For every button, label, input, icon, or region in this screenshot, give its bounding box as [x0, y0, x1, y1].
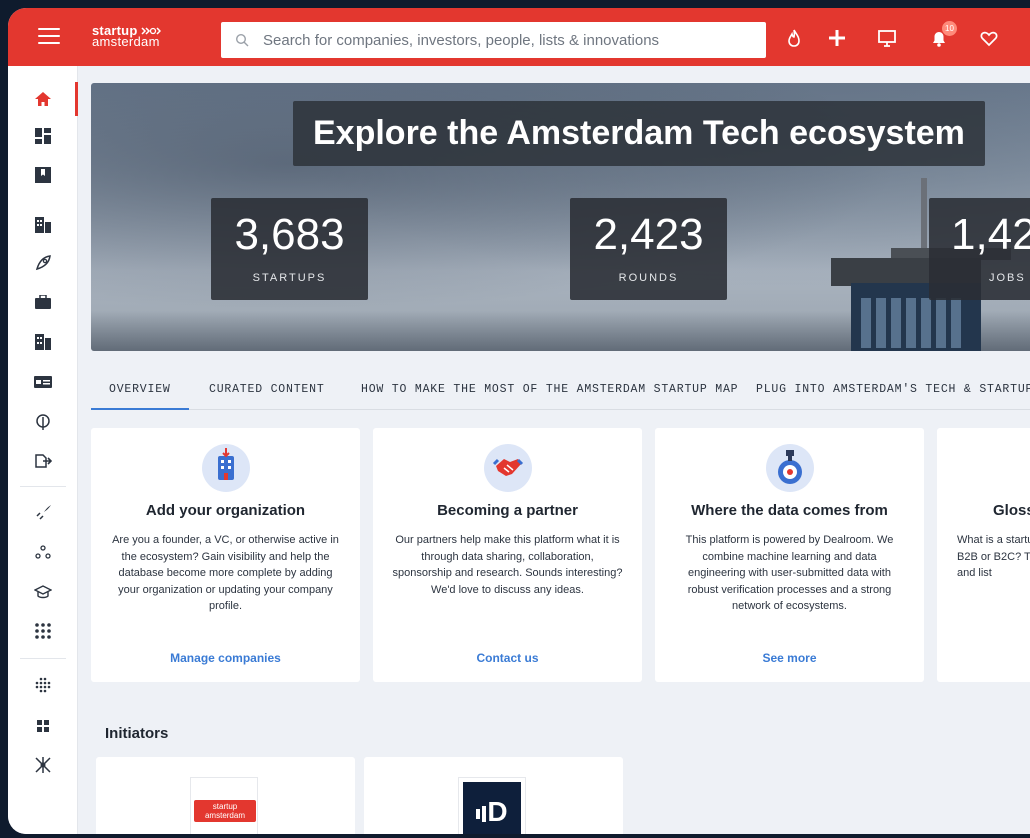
top-header: startup amsterdam 10 [8, 8, 1030, 66]
dashboard-icon[interactable] [8, 119, 78, 153]
search-input[interactable] [263, 31, 743, 49]
bookmark-icon[interactable] [8, 158, 78, 192]
card-glossary: Gloss What is a startu B2B or B2C? T and… [937, 428, 1030, 682]
network-icon[interactable] [8, 748, 78, 782]
robot-icon [765, 444, 814, 492]
tab-bar: OVERVIEW CURATED CONTENT HOW TO MAKE THE… [91, 370, 1030, 410]
manage-companies-link[interactable]: Manage companies [91, 651, 360, 665]
people-icon[interactable] [8, 535, 78, 569]
stat-startups[interactable]: 3,683 STARTUPS [211, 198, 368, 300]
home-icon[interactable] [8, 82, 78, 116]
card-becoming-partner: Becoming a partner Our partners help mak… [373, 428, 642, 682]
hero-title: Explore the Amsterdam Tech ecosystem [293, 101, 985, 166]
card-description: What is a startu B2B or B2C? T and list [957, 534, 1030, 579]
stat-value: 3,683 [234, 210, 345, 259]
stat-label: STARTUPS [252, 272, 327, 284]
leaf-icon[interactable] [8, 405, 78, 439]
launch-icon[interactable] [8, 496, 78, 530]
card-data-source: Where the data comes from This platform … [655, 428, 924, 682]
card-add-organization: Add your organization Are you a founder,… [91, 428, 360, 682]
tab-curated-content[interactable]: CURATED CONTENT [209, 370, 325, 410]
organization-icon [201, 444, 250, 492]
tab-plug-into[interactable]: PLUG INTO AMSTERDAM'S TECH & STARTUP SC [756, 370, 1030, 410]
stat-label: ROUNDS [618, 272, 679, 284]
stat-rounds[interactable]: 2,423 ROUNDS [570, 198, 727, 300]
stat-value: 1,42 [951, 210, 1030, 259]
rocket-icon[interactable] [8, 246, 78, 280]
hero-banner: Explore the Amsterdam Tech ecosystem 3,6… [91, 83, 1030, 351]
card-title: Where the data comes from [691, 502, 888, 519]
dealroom-logo: D [458, 777, 526, 834]
logo-line2: amsterdam [92, 34, 160, 49]
tab-overview[interactable]: OVERVIEW [91, 370, 189, 410]
card-title: Gloss [993, 502, 1030, 519]
contact-us-link[interactable]: Contact us [373, 651, 642, 665]
monitor-icon[interactable] [876, 27, 898, 49]
sidebar [8, 66, 78, 834]
money-icon[interactable] [8, 365, 78, 399]
search-icon [235, 33, 249, 47]
menu-icon[interactable] [38, 28, 60, 46]
initiators-title: Initiators [105, 725, 169, 742]
companies-icon[interactable] [8, 208, 78, 242]
logo-line2: amsterdam [204, 811, 245, 820]
arrow-icon[interactable] [8, 444, 78, 478]
initiator-card-startup-amsterdam[interactable]: startup amsterdam [96, 757, 355, 834]
grid-icon[interactable] [8, 709, 78, 743]
stat-value: 2,423 [593, 210, 704, 259]
heart-icon[interactable] [978, 27, 1000, 49]
handshake-icon [483, 444, 532, 492]
search-bar[interactable] [221, 22, 766, 58]
tab-how-to[interactable]: HOW TO MAKE THE MOST OF THE AMSTERDAM ST… [361, 370, 738, 410]
apps-icon[interactable] [8, 614, 78, 648]
dots-icon[interactable] [8, 668, 78, 702]
logo-text: D [487, 796, 508, 827]
app-window: startup amsterdam 10 [8, 8, 1030, 834]
graduation-icon[interactable] [8, 575, 78, 609]
plus-icon[interactable] [826, 27, 848, 49]
logo-line1: startup [212, 802, 238, 811]
briefcase-icon[interactable] [8, 285, 78, 319]
card-title: Add your organization [145, 502, 306, 519]
card-description: Our partners help make this platform wha… [392, 534, 623, 596]
startup-amsterdam-logo: startup amsterdam [190, 777, 258, 834]
notification-badge: 10 [942, 21, 957, 36]
stat-jobs[interactable]: 1,42 JOBS [929, 198, 1030, 300]
flame-icon[interactable] [783, 27, 805, 49]
card-description: This platform is powered by Dealroom. We… [685, 534, 894, 612]
initiator-card-dealroom[interactable]: D [364, 757, 623, 834]
see-more-link[interactable]: See more [655, 651, 924, 665]
logo[interactable]: startup amsterdam [92, 24, 162, 49]
card-description: Are you a founder, a VC, or otherwise ac… [112, 534, 339, 612]
stat-label: JOBS [989, 272, 1026, 284]
card-title: Becoming a partner [437, 502, 578, 519]
buildings-icon[interactable] [8, 325, 78, 359]
